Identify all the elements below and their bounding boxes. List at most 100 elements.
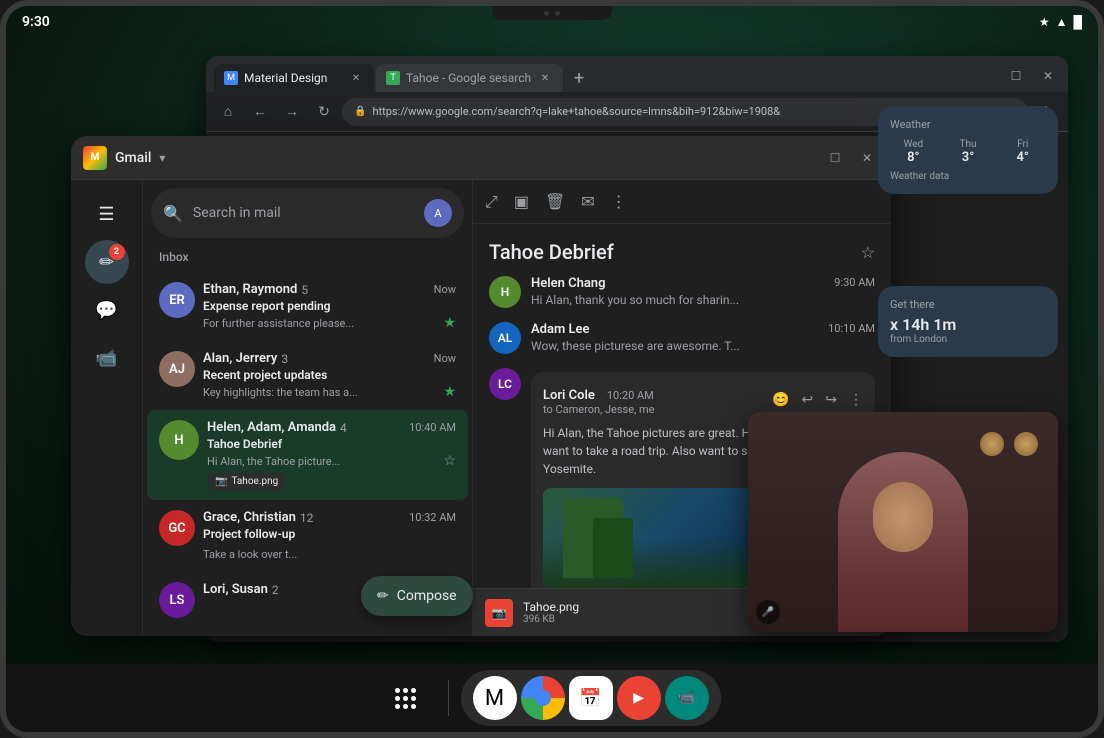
gmail-window-controls: ☐ ✕ [823,146,879,170]
subject-star-icon[interactable]: ☆ [861,243,875,262]
more-icon[interactable]: ⋮ [611,192,627,211]
gmail-maximize-button[interactable]: ☐ [823,146,847,170]
chrome-tabs: M Material Design ✕ T Tahoe - Google ses… [206,56,1068,92]
chrome-maximize-button[interactable]: ☐ [1004,64,1028,88]
weather-day-thu: Thu 3° [945,139,992,165]
thread-sender-3: Lori Cole [543,388,595,403]
email-star-1[interactable]: ★ [443,315,456,331]
taskbar-calendar-icon[interactable]: 📅 [569,676,613,720]
email-item-helen[interactable]: H Helen, Adam, Amanda 4 10:40 AM Tahoe D… [147,410,468,500]
thread-item-adam: AL Adam Lee 10:10 AM Wow, these pictures… [489,322,875,354]
chrome-home-button[interactable]: ⌂ [214,98,242,126]
email-header-3: Helen, Adam, Amanda 4 10:40 AM [207,420,456,435]
gmail-search-bar[interactable]: 🔍 Search in mail A [151,188,464,238]
compose-button[interactable]: ✏ Compose [361,576,473,616]
overview-grid-icon [395,688,416,709]
email-subject-1: Expense report pending [203,299,456,313]
video-person-head [873,482,933,552]
tab-favicon-tahoe: T [386,71,400,85]
email-sender-4: Grace, Christian 12 [203,510,313,525]
chrome-window-controls: ☐ ✕ [1004,64,1060,92]
email-header-2: Alan, Jerrery 3 Now [203,351,456,366]
chrome-close-button[interactable]: ✕ [1036,64,1060,88]
email-sender-2: Alan, Jerrery 3 [203,351,288,366]
compose-pencil-icon: ✏ [377,588,389,604]
thread-time-3: 10:20 AM [607,389,654,402]
detail-subject: Tahoe Debrief ☆ [489,240,875,264]
archive-icon[interactable]: ▣ [514,192,529,211]
weather-temp-thu: 3° [945,150,992,165]
chrome-reload-button[interactable]: ↻ [310,98,338,126]
inbox-label: Inbox [143,246,472,272]
email-preview-2: Key highlights: the team has a... [203,386,358,399]
sidebar-menu-button[interactable]: ☰ [85,192,129,236]
email-star-3-empty[interactable]: ☆ [443,453,456,469]
gmail-chevron-icon: ▾ [159,151,165,165]
email-time-2: Now [434,352,456,365]
more-reply-icon[interactable]: ⋮ [849,392,863,408]
email-sender-1: Ethan, Raymond 5 [203,282,308,297]
email-star-2[interactable]: ★ [443,384,456,400]
thread-sender-2: Adam Lee [531,322,590,337]
email-header-4: Grace, Christian 12 10:32 AM [203,510,456,525]
taskbar-gmail-icon[interactable]: M [473,676,517,720]
chrome-tab-title-1: Material Design [244,71,342,85]
email-avatar-1: ER [159,282,195,318]
get-there-widget: Get there x 14h 1m from London [878,286,1058,357]
chrome-tab-title-2: Tahoe - Google sesarch [406,71,531,85]
email-avatar-3: H [159,420,199,460]
chrome-tab-material-design[interactable]: M Material Design ✕ [214,64,374,92]
mark-icon[interactable]: ✉ [581,192,594,211]
get-there-duration: x 14h 1m [890,315,1046,334]
attachment-name: Tahoe.png [231,476,278,487]
chrome-tab-close-1[interactable]: ✕ [348,70,364,86]
sidebar-video-button[interactable]: 📹 [85,336,129,380]
email-content-2: Alan, Jerrery 3 Now Recent project updat… [203,351,456,400]
delete-icon[interactable]: 🗑 [545,192,565,211]
attachment-chip-tahoe: 📷 Tahoe.png [207,473,286,490]
video-bg-lights [980,432,1038,456]
user-avatar[interactable]: A [424,199,452,227]
chrome-back-button[interactable]: ← [246,98,274,126]
lock-icon: 🔒 [354,106,366,117]
thread-avatar-3: LC [489,368,521,400]
expand-icon[interactable]: ⤢ [485,192,498,212]
tablet-frame: 9:30 ★ ▲ █ M Material Design ✕ T Tahoe -… [0,0,1104,738]
taskbar-chrome-icon[interactable] [521,676,565,720]
email-item-alan[interactable]: AJ Alan, Jerrery 3 Now Recent project up… [147,341,468,410]
sidebar-chat-button[interactable]: 💬 [85,288,129,332]
sidebar-compose-button[interactable]: ✏ 2 [85,240,129,284]
taskbar-overview-button[interactable] [384,676,428,720]
chrome-tab-close-2[interactable]: ✕ [537,70,553,86]
thread-preview-1: Hi Alan, thank you so much for sharin... [531,293,875,307]
thread-item-helen: H Helen Chang 9:30 AM Hi Alan, thank you… [489,276,875,308]
weather-title: Weather [890,118,1046,131]
gmail-logo: M [83,146,107,170]
taskbar-meet-icon[interactable]: 📹 [665,676,709,720]
gmail-email-list: 🔍 Search in mail A Inbox ER Ethan, Raymo… [143,180,473,636]
forward-icon[interactable]: ↪ [825,392,837,408]
taskbar-youtube-icon[interactable]: ▶ [617,676,661,720]
thread-info-1: Helen Chang 9:30 AM Hi Alan, thank you s… [531,276,875,307]
bluetooth-icon: ★ [1039,15,1050,29]
email-sender-5: Lori, Susan 2 [203,582,279,597]
email-time-1: Now [434,283,456,296]
gmail-close-button[interactable]: ✕ [855,146,879,170]
email-header-1: Ethan, Raymond 5 Now [203,282,456,297]
reply-icon[interactable]: ↩ [802,392,814,408]
chrome-tab-tahoe[interactable]: T Tahoe - Google sesarch ✕ [376,64,563,92]
weather-data-label: Weather data [890,171,1046,182]
email-item-grace[interactable]: GC Grace, Christian 12 10:32 AM Project … [147,500,468,572]
email-subject-2: Recent project updates [203,368,456,382]
chrome-forward-button[interactable]: → [278,98,306,126]
video-mute-button[interactable]: 🎤 [756,600,780,624]
new-tab-button[interactable]: + [565,64,593,92]
thread-info-2: Adam Lee 10:10 AM Wow, these picturese a… [531,322,875,353]
thread-avatar-2: AL [489,322,521,354]
emoji-icon[interactable]: 😊 [772,392,789,408]
weather-temp-wed: 8° [890,150,937,165]
status-time: 9:30 [22,14,50,30]
email-item-ethan[interactable]: ER Ethan, Raymond 5 Now Expense report p… [147,272,468,341]
weather-temp-fri: 4° [999,150,1046,165]
get-there-from: from London [890,334,1046,345]
